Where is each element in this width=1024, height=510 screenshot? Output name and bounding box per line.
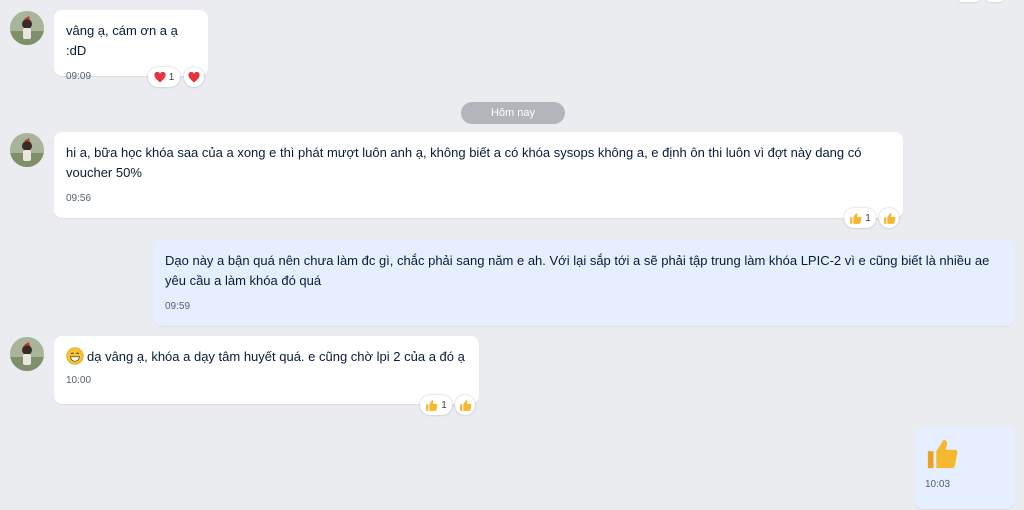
message-text-row: dạ vâng ạ, khóa a dạy tâm huyết quá. e c… (66, 347, 467, 367)
thumbs-up-icon (850, 212, 862, 224)
thumbs-up-icon (927, 439, 958, 469)
avatar[interactable] (10, 133, 44, 167)
react-button[interactable] (879, 208, 899, 228)
date-separator: Hôm nay (461, 102, 565, 124)
message-bubble-mine[interactable]: Dạo này a bận quá nên chưa làm đc gì, ch… (153, 240, 1015, 326)
message-text: Dạo này a bận quá nên chưa làm đc gì, ch… (165, 253, 990, 288)
partial-reaction-top-2 (986, 0, 1004, 2)
partial-reaction-top (958, 0, 980, 2)
react-button[interactable] (455, 395, 475, 415)
thumbs-up-icon (883, 212, 895, 224)
react-button[interactable] (184, 67, 204, 87)
reaction-summary[interactable]: 1 (148, 67, 180, 87)
thumbs-up-icon (426, 399, 438, 411)
reaction-count: 1 (441, 399, 447, 411)
reaction-count: 1 (168, 71, 175, 83)
avatar[interactable] (10, 11, 44, 45)
avatar[interactable] (10, 337, 44, 371)
avatar-image (10, 133, 44, 167)
thumbs-up-icon (459, 399, 471, 411)
reaction-summary[interactable]: 1 (844, 208, 876, 228)
avatar-image (10, 11, 44, 45)
message-time: 10:00 (66, 375, 92, 386)
message-bubble-mine[interactable]: 10:03 (915, 427, 1015, 509)
message-bubble[interactable]: hi a, bữa học khóa saa của a xong e thì … (54, 132, 903, 218)
heart-icon (154, 71, 166, 82)
reaction-count: 1 (865, 212, 871, 224)
message-bubble[interactable]: vâng ạ, cám ơn a ạ :dD 09:09 (54, 10, 208, 82)
message-time: 09:56 (66, 193, 92, 204)
message-bubble[interactable]: dạ vâng ạ, khóa a dạy tâm huyết quá. e c… (54, 336, 479, 404)
message-text: hi a, bữa học khóa saa của a xong e thì … (66, 145, 862, 180)
avatar-image (10, 337, 44, 371)
message-time: 10:03 (925, 479, 951, 490)
reaction-summary[interactable]: 1 (420, 395, 452, 415)
message-time: 09:59 (165, 301, 191, 312)
heart-icon (188, 71, 200, 82)
grinning-face-icon (66, 347, 84, 365)
message-text: dạ vâng ạ, khóa a dạy tâm huyết quá. e c… (87, 349, 465, 364)
message-text: vâng ạ, cám ơn a ạ :dD (66, 23, 178, 58)
